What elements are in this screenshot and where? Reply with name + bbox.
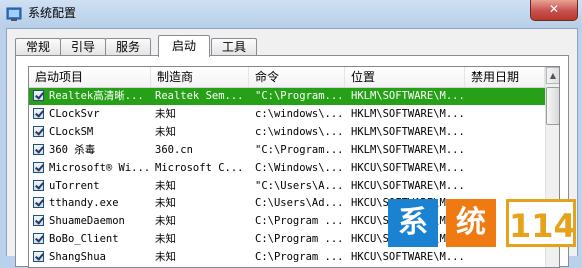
column-header-startup-item[interactable]: 启动项目 [29,67,151,87]
enable-checkbox[interactable] [33,143,44,155]
title-bar: 系统配置 ✕ [0,0,582,28]
enable-checkbox[interactable] [33,215,44,227]
table-row[interactable]: 360 杀毒 360.cn "C:\Program... HKLM\SOFTWARE\… [29,142,545,159]
cell-location: HKLM\SOFTWARE\M... [351,107,465,120]
cell-command: "C:\Users\A... [255,179,344,192]
cell-command: "C:\Program... [255,143,344,156]
column-header-disabled-date[interactable]: 禁用日期 [465,67,545,87]
cell-item: Microsoft® Wi... [49,161,151,174]
tab-services[interactable]: 服务 [105,38,151,56]
cell-command: c:\windows\... [255,125,344,138]
tab-boot[interactable]: 引导 [60,38,106,56]
cell-item: Realtek高清晰... [49,90,144,102]
enable-checkbox[interactable] [33,125,44,137]
table-row[interactable]: CLockSvr 未知 c:\windows\... HKLM\SOFTWARE\M.… [29,106,545,123]
cell-maker: 未知 [155,215,176,228]
list-header: 启动项目 制造商 命令 位置 禁用日期 [29,67,545,88]
system-config-icon [6,7,22,21]
tab-general[interactable]: 常规 [15,38,61,56]
cell-maker: Microsoft C... [155,161,244,174]
cell-item: CLockSvr [49,107,100,120]
scroll-up-icon[interactable]: ▲ [546,67,559,84]
cell-maker: 未知 [155,251,176,264]
cell-maker: 未知 [155,179,176,192]
enable-checkbox[interactable] [33,179,44,191]
cell-maker: 未知 [155,233,176,246]
table-row[interactable]: Microsoft® Wi... Microsoft C... C:\Windows… [29,160,545,177]
enable-checkbox[interactable] [33,197,44,209]
cell-maker: 未知 [155,197,176,210]
column-header-location[interactable]: 位置 [345,67,465,87]
cell-maker: Realtek Sem... [155,90,244,102]
cell-maker: 未知 [155,125,176,138]
enable-checkbox[interactable] [33,161,44,173]
cell-maker: 未知 [155,107,176,120]
cell-location: HKCU\SOFTWARE\M... [351,179,465,192]
cell-command: C:\Windows\... [255,161,344,174]
enable-checkbox[interactable] [33,233,44,245]
cell-command: C:\Program ... [255,215,344,228]
cell-item: CLockSM [49,125,94,138]
cell-item: ShuameDaemon [49,215,125,228]
tab-startup[interactable]: 启动 [158,35,210,57]
table-row[interactable]: Realtek高清晰... Realtek Sem... "C:\Program..… [29,88,545,105]
cell-item: BoBo_Client [49,233,119,246]
cell-item: 360 杀毒 [49,143,96,156]
cell-location: HKLM\SOFTWARE\M... [351,125,465,138]
enable-checkbox[interactable] [33,90,44,101]
column-header-manufacturer[interactable]: 制造商 [151,67,249,87]
scroll-thumb[interactable] [546,87,559,125]
column-header-command[interactable]: 命令 [249,67,345,87]
window-title: 系统配置 [28,6,77,20]
cell-item: ShangShua [49,251,106,264]
cell-item: tthandy.exe [49,197,119,210]
watermark-char-1: 系 [388,199,438,247]
cell-command: C:\Users\Ad... [255,197,344,210]
cell-item: uTorrent [49,179,100,192]
watermark-number: 114 [506,199,576,247]
table-row[interactable]: uTorrent 未知 "C:\Users\A... HKCU\SOFTWARE\M.… [29,178,545,195]
table-row[interactable]: CLockSM 未知 c:\windows\... HKLM\SOFTWARE\M..… [29,124,545,141]
cell-location: HKLM\SOFTWARE\M... [351,143,465,156]
cell-command: c:\windows\... [255,107,344,120]
cell-location: HKLM\SOFTWARE\M... [351,90,465,102]
enable-checkbox[interactable] [33,107,44,119]
tab-tools[interactable]: 工具 [211,38,257,56]
watermark-char-2: 统 [446,199,496,247]
cell-maker: 360.cn [155,143,193,156]
cell-command: C:\Program ... [255,251,344,264]
close-button[interactable]: ✕ [530,0,578,21]
watermark-logo: 系 统 114 [384,195,582,255]
cell-command: "C:\Program... [255,90,344,102]
enable-checkbox[interactable] [33,251,44,263]
cell-command: C:\Program ... [255,233,344,246]
cell-location: HKCU\SOFTWARE\M... [351,161,465,174]
